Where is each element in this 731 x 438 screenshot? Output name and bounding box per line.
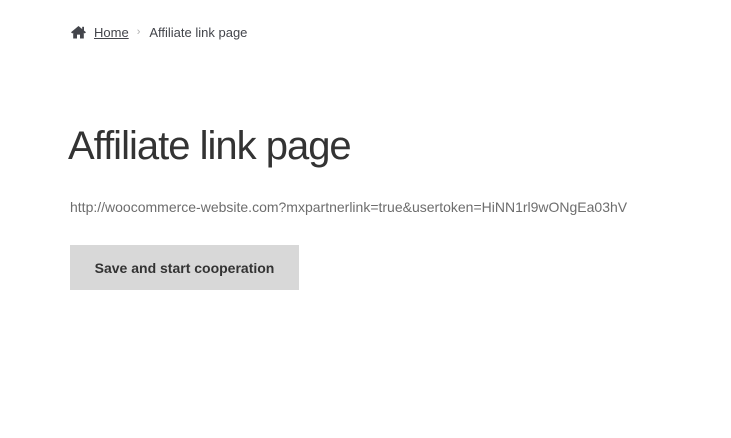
breadcrumb-current: Affiliate link page <box>149 24 248 40</box>
save-and-start-cooperation-button[interactable]: Save and start cooperation <box>70 245 299 290</box>
affiliate-url-text: http://woocommerce-website.com?mxpartner… <box>70 199 628 215</box>
page-title: Affiliate link page <box>68 124 352 168</box>
breadcrumb-home-link[interactable]: Home <box>94 25 129 40</box>
home-icon[interactable] <box>70 25 87 39</box>
breadcrumb-separator: › <box>136 26 141 38</box>
breadcrumb: Home › Affiliate link page <box>70 22 247 42</box>
